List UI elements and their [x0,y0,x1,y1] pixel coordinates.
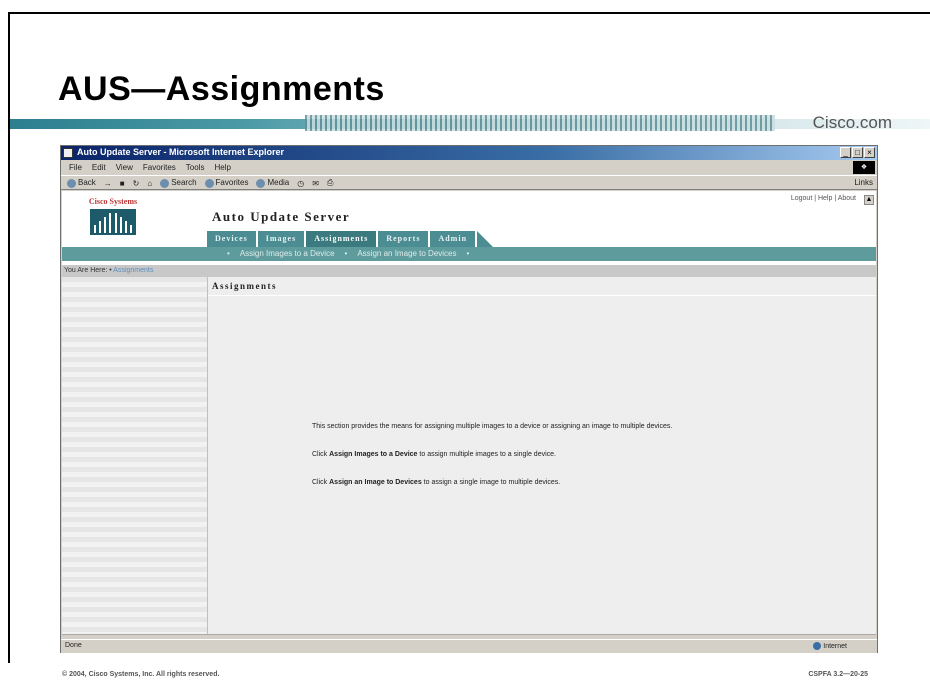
close-button[interactable]: × [864,147,875,158]
status-bar: Done Internet [61,639,877,653]
tab-admin[interactable]: Admin [430,231,478,247]
subnav-bullet-icon: • [466,249,470,258]
info-text-images-to-device: Click Assign Images to a Device to assig… [312,451,556,458]
menu-edit[interactable]: Edit [92,163,106,172]
breadcrumb-prefix: You Are Here: • [64,267,112,274]
main-tabs: Devices Images Assignments Reports Admin [207,231,494,247]
cisco-bridge-icon [90,209,136,235]
menu-favorites[interactable]: Favorites [143,163,176,172]
info-link-assign-images[interactable]: Assign Images to a Device [329,451,417,458]
footer-code: CSPFA 3.2—20-25 [808,671,868,678]
app-title: Auto Update Server [212,209,351,224]
media-label: Media [267,178,290,188]
search-icon [160,178,170,188]
window-controls: _ □ × [840,147,875,158]
print-icon[interactable]: ⎙ [327,178,333,188]
tab-images[interactable]: Images [257,231,307,247]
maximize-button[interactable]: □ [852,147,863,158]
menu-file[interactable]: File [69,163,82,172]
title-rule [10,115,930,131]
cisco-logo: Cisco Systems [84,197,142,237]
scroll-up-icon[interactable]: ▲ [864,195,874,205]
windows-logo-icon: ❖ [853,161,875,174]
info-click-label: Click [312,479,328,486]
brand-label: Cisco.com [812,113,892,132]
info-text-image-to-devices: Click Assign an Image to Devices to assi… [312,479,560,486]
minimize-button[interactable]: _ [840,147,851,158]
menu-view[interactable]: View [116,163,133,172]
favorites-label: Favorites [215,178,249,188]
subnav-bullet-icon: • [344,249,348,258]
app-header: Cisco Systems Auto Update Server Logout … [62,191,876,247]
back-button[interactable]: Back [67,178,96,188]
stop-icon[interactable]: ■ [120,179,125,188]
forward-button[interactable]: → [104,179,112,188]
media-icon [256,178,266,188]
left-sidebar [62,277,208,634]
info-suffix: to assign multiple images to a single de… [419,451,556,458]
title-rule-ticks [305,115,775,131]
content-heading: Assignments [212,281,278,291]
back-label: Back [78,178,96,188]
info-link-assign-image[interactable]: Assign an Image to Devices [329,479,422,486]
sub-navigation: • Assign Images to a Device • Assign an … [62,247,876,261]
main-content: Assignments This section provides the me… [208,277,876,634]
search-label: Search [171,178,197,188]
favorites-icon [204,178,214,188]
subnav-bullet-icon: • [227,249,230,258]
info-text-intro: This section provides the means for assi… [312,423,673,430]
menu-help[interactable]: Help [214,163,230,172]
status-text: Done [65,642,82,649]
menu-bar: File Edit View Favorites Tools Help ❖ [61,161,877,174]
history-icon[interactable]: ◷ [297,179,304,188]
tab-bar-end [477,231,494,247]
search-button[interactable]: Search [160,178,197,188]
toolbar: Back → ■ ↻ ⌂ Search Favorites Media ◷ ✉ … [61,175,877,190]
menu-tools[interactable]: Tools [186,163,205,172]
refresh-icon[interactable]: ↻ [133,179,140,188]
window-title: Auto Update Server - Microsoft Internet … [77,147,285,157]
links-button[interactable]: Links [854,178,873,187]
mail-icon[interactable]: ✉ [312,179,319,188]
breadcrumb-current[interactable]: Assignments [113,267,153,274]
window-titlebar: Auto Update Server - Microsoft Internet … [61,146,877,160]
breadcrumb: You Are Here: • Assignments [62,265,876,277]
home-icon[interactable]: ⌂ [147,179,152,188]
logo-text: Cisco Systems [88,197,138,206]
tab-devices[interactable]: Devices [207,231,258,247]
security-zone: Internet [813,642,847,650]
web-page: Cisco Systems Auto Update Server Logout … [62,191,876,634]
subnav-assign-images-to-device[interactable]: Assign Images to a Device [240,249,335,258]
favorites-button[interactable]: Favorites [204,178,249,188]
subnav-assign-image-to-devices[interactable]: Assign an Image to Devices [357,249,456,258]
heading-divider [208,295,876,296]
info-suffix: to assign a single image to multiple dev… [423,479,561,486]
back-arrow-icon [67,178,76,188]
media-button[interactable]: Media [256,178,290,188]
tab-assignments[interactable]: Assignments [306,231,379,247]
info-click-label: Click [312,451,328,458]
browser-window: Auto Update Server - Microsoft Internet … [60,145,878,653]
tab-reports[interactable]: Reports [378,231,431,247]
ie-icon [63,148,73,158]
slide-title: AUS—Assignments [58,70,385,108]
zone-label: Internet [823,642,847,650]
footer-copyright: © 2004, Cisco Systems, Inc. All rights r… [62,671,220,678]
globe-icon [813,642,822,650]
utility-links[interactable]: Logout | Help | About [791,195,856,202]
